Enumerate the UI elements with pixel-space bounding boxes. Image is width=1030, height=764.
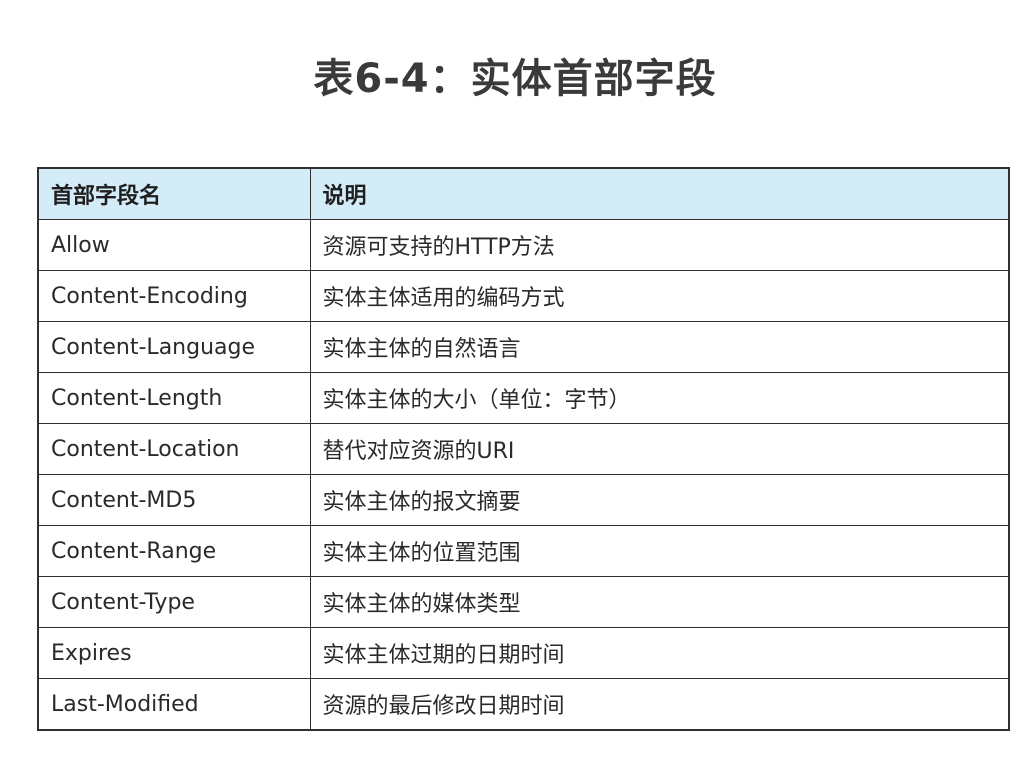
table-header-row: 首部字段名 说明	[37, 167, 1010, 220]
field-description-cell: 实体主体的位置范围	[309, 525, 1010, 577]
field-name-cell: Last-Modified	[37, 678, 311, 731]
field-name-cell: Content-Location	[37, 423, 311, 475]
table-row: Content-Length 实体主体的大小（单位：字节）	[37, 372, 1010, 424]
field-name-cell: Content-Length	[37, 372, 311, 424]
table-row: Allow 资源可支持的HTTP方法	[37, 219, 1010, 271]
field-description-cell: 实体主体过期的日期时间	[309, 627, 1010, 679]
field-description-cell: 实体主体的媒体类型	[309, 576, 1010, 628]
field-description-cell: 实体主体的报文摘要	[309, 474, 1010, 526]
column-header-description: 说明	[309, 167, 1010, 220]
field-name-cell: Content-Encoding	[37, 270, 311, 322]
field-name-cell: Allow	[37, 219, 311, 271]
table-row: Expires 实体主体过期的日期时间	[37, 627, 1010, 679]
table-row: Content-Location 替代对应资源的URI	[37, 423, 1010, 475]
field-description-cell: 实体主体的自然语言	[309, 321, 1010, 373]
field-description-cell: 实体主体的大小（单位：字节）	[309, 372, 1010, 424]
table-row: Content-Encoding 实体主体适用的编码方式	[37, 270, 1010, 322]
table-row: Content-Range 实体主体的位置范围	[37, 525, 1010, 577]
field-name-cell: Content-Language	[37, 321, 311, 373]
field-description-cell: 实体主体适用的编码方式	[309, 270, 1010, 322]
page-title: 表6-4：实体首部字段	[313, 56, 717, 102]
field-name-cell: Expires	[37, 627, 311, 679]
field-description-cell: 替代对应资源的URI	[309, 423, 1010, 475]
table-row: Content-Type 实体主体的媒体类型	[37, 576, 1010, 628]
table-row: Content-Language 实体主体的自然语言	[37, 321, 1010, 373]
entity-header-fields-table: 首部字段名 说明 Allow 资源可支持的HTTP方法 Content-Enco…	[37, 167, 1010, 731]
field-description-cell: 资源的最后修改日期时间	[309, 678, 1010, 731]
column-header-field-name: 首部字段名	[37, 167, 311, 220]
field-name-cell: Content-MD5	[37, 474, 311, 526]
field-name-cell: Content-Type	[37, 576, 311, 628]
table-row: Last-Modified 资源的最后修改日期时间	[37, 678, 1010, 731]
field-name-cell: Content-Range	[37, 525, 311, 577]
field-description-cell: 资源可支持的HTTP方法	[309, 219, 1010, 271]
table-row: Content-MD5 实体主体的报文摘要	[37, 474, 1010, 526]
